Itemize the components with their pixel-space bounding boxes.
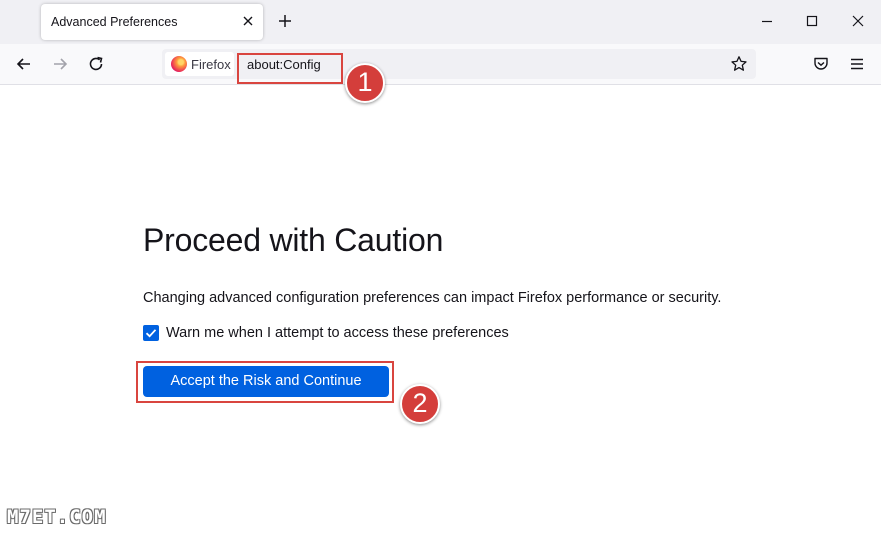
forward-icon[interactable] [51, 55, 69, 73]
tab-advanced-preferences[interactable]: Advanced Preferences [41, 4, 263, 40]
plus-icon[interactable] [277, 13, 293, 29]
warn-checkbox-label[interactable]: Warn me when I attempt to access these p… [166, 325, 509, 341]
tab-title: Advanced Preferences [51, 15, 178, 29]
url-highlight-box [237, 53, 343, 84]
reload-icon[interactable] [87, 55, 105, 73]
pocket-icon[interactable] [812, 55, 830, 73]
minimize-icon[interactable] [757, 11, 777, 31]
back-icon[interactable] [15, 55, 33, 73]
step-2-badge: 2 [400, 384, 440, 424]
close-icon[interactable] [241, 14, 255, 28]
close-window-icon[interactable] [848, 11, 868, 31]
star-icon[interactable] [730, 55, 748, 73]
accept-risk-button[interactable]: Accept the Risk and Continue [143, 366, 389, 397]
menu-icon[interactable] [848, 55, 866, 73]
warn-checkbox[interactable] [143, 325, 159, 341]
maximize-icon[interactable] [802, 11, 822, 31]
firefox-logo-icon [171, 56, 187, 72]
identity-box[interactable]: Firefox [165, 52, 234, 76]
step-1-badge: 1 [345, 63, 385, 103]
watermark-logo: M7ET.COM [7, 506, 107, 528]
tab-strip: Advanced Preferences [0, 0, 881, 44]
identity-label: Firefox [191, 57, 231, 72]
warning-description: Changing advanced configuration preferen… [143, 290, 722, 306]
navigation-toolbar: Firefox about:Config [0, 44, 881, 85]
page-title: Proceed with Caution [143, 222, 444, 258]
checkmark-icon [145, 329, 157, 338]
